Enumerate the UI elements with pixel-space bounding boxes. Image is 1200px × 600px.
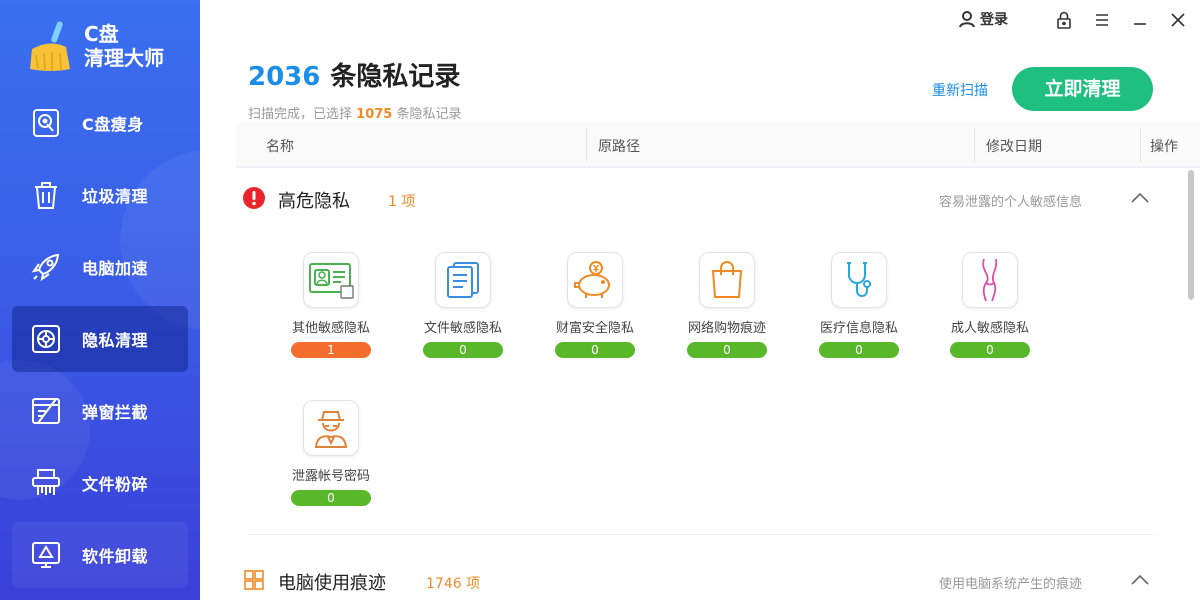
- privacy-icon: [28, 321, 64, 357]
- sidebar: C盘 清理大师 C盘瘦身 垃圾清理 电脑加速 隐私清理 弹窗拦截 文件粉碎 软件…: [0, 0, 200, 600]
- section-title: 电脑使用痕迹: [278, 573, 386, 594]
- sidebar-item-uninstall[interactable]: 软件卸载: [12, 522, 188, 588]
- sidebar-item-label: 软件卸载: [82, 547, 149, 566]
- document-icon: [435, 252, 491, 308]
- window-topbar: 登录: [940, 0, 1200, 40]
- trash-icon: [28, 177, 64, 213]
- column-header-date: 修改日期: [986, 139, 1042, 155]
- tile-label: 其他敏感隐私: [291, 321, 370, 336]
- page-title-text: 条隐私记录: [330, 62, 461, 92]
- privacy-tile-medical[interactable]: 医疗信息隐私 0: [809, 252, 909, 358]
- tile-count-badge: 0: [423, 342, 503, 358]
- login-label: 登录: [980, 12, 1008, 28]
- shopping-bag-icon: [699, 252, 755, 308]
- column-header-action: 操作: [1150, 139, 1178, 155]
- stethoscope-icon: [831, 252, 887, 308]
- section-count: 1 项: [388, 194, 416, 210]
- sidebar-item-junk[interactable]: 垃圾清理: [12, 162, 188, 228]
- table-header: 名称 原路径 修改日期 操作: [236, 122, 1200, 168]
- scan-summary: 扫描完成，已选择 1075 条隐私记录: [248, 103, 462, 122]
- page-title: 2036 条隐私记录: [248, 56, 460, 93]
- tile-count-badge: 1: [291, 342, 371, 358]
- sidebar-item-label: C盘瘦身: [82, 115, 144, 134]
- tile-label: 成人敏感隐私: [950, 321, 1029, 336]
- privacy-record-count: 2036: [248, 62, 321, 92]
- privacy-tile-wealth[interactable]: 财富安全隐私 0: [545, 252, 645, 358]
- user-icon: [958, 10, 976, 28]
- adult-icon: [962, 252, 1018, 308]
- section-description: 容易泄露的个人敏感信息: [938, 195, 1082, 210]
- column-header-name: 名称: [266, 139, 294, 155]
- chevron-up-icon[interactable]: [1130, 572, 1150, 588]
- sidebar-item-speedup[interactable]: 电脑加速: [12, 234, 188, 300]
- section-high-risk[interactable]: 高危隐私 1 项 容易泄露的个人敏感信息: [236, 176, 1186, 220]
- close-icon[interactable]: [1168, 10, 1188, 30]
- tile-count-badge: 0: [950, 342, 1030, 358]
- windows-icon: [242, 568, 266, 592]
- app-logo: C盘 清理大师: [26, 16, 186, 76]
- sidebar-item-popup[interactable]: 弹窗拦截: [12, 378, 188, 444]
- clean-now-button[interactable]: 立即清理: [1012, 67, 1153, 111]
- column-divider: [586, 128, 587, 162]
- scan-summary-suffix: 条隐私记录: [396, 107, 462, 122]
- tile-label: 医疗信息隐私: [819, 321, 898, 336]
- piggy-bank-icon: [567, 252, 623, 308]
- tile-label: 网络购物痕迹: [687, 321, 766, 336]
- app-title-line1: C盘: [84, 22, 119, 46]
- section-divider: [248, 534, 1153, 535]
- tile-label: 泄露帐号密码: [291, 469, 370, 484]
- sidebar-item-label: 弹窗拦截: [82, 403, 149, 422]
- selected-count: 1075: [356, 107, 393, 122]
- popup-block-icon: [28, 393, 64, 429]
- sidebar-item-label: 隐私清理: [82, 331, 149, 350]
- shredder-icon: [28, 465, 64, 501]
- privacy-tile-file[interactable]: 文件敏感隐私 0: [413, 252, 513, 358]
- spy-icon: [303, 400, 359, 456]
- section-count: 1746 项: [426, 576, 481, 592]
- sidebar-item-privacy[interactable]: 隐私清理: [12, 306, 188, 372]
- broom-logo-icon: [26, 19, 76, 73]
- minimize-icon[interactable]: [1130, 10, 1150, 30]
- tile-label: 财富安全隐私: [555, 321, 634, 336]
- privacy-tile-account[interactable]: 泄露帐号密码 0: [281, 400, 381, 506]
- lock-icon[interactable]: [1054, 10, 1074, 30]
- column-header-path: 原路径: [598, 139, 640, 155]
- tile-count-badge: 0: [555, 342, 635, 358]
- privacy-tile-other[interactable]: 其他敏感隐私 1: [281, 252, 381, 358]
- alert-icon: [242, 186, 266, 210]
- app-title-line2: 清理大师: [84, 46, 164, 70]
- sidebar-item-c-slim[interactable]: C盘瘦身: [12, 90, 188, 156]
- login-button[interactable]: 登录: [958, 9, 1008, 29]
- scan-summary-prefix: 扫描完成，已选择: [248, 107, 353, 122]
- scrollbar-thumb[interactable]: [1188, 170, 1194, 300]
- section-pc-usage[interactable]: 电脑使用痕迹 1746 项 使用电脑系统产生的痕迹: [236, 558, 1186, 600]
- menu-icon[interactable]: [1092, 10, 1112, 30]
- tile-count-badge: 0: [291, 490, 371, 506]
- section-title: 高危隐私: [278, 191, 350, 212]
- sidebar-item-label: 垃圾清理: [82, 187, 149, 206]
- privacy-tile-adult[interactable]: 成人敏感隐私 0: [940, 252, 1040, 358]
- uninstall-icon: [28, 537, 64, 573]
- sidebar-item-label: 文件粉碎: [82, 475, 149, 494]
- sidebar-nav: C盘瘦身 垃圾清理 电脑加速 隐私清理 弹窗拦截 文件粉碎 软件卸载: [12, 90, 188, 594]
- tile-count-badge: 0: [687, 342, 767, 358]
- sidebar-item-shredder[interactable]: 文件粉碎: [12, 450, 188, 516]
- privacy-tile-shopping[interactable]: 网络购物痕迹 0: [677, 252, 777, 358]
- tile-count-badge: 0: [819, 342, 899, 358]
- disk-icon: [28, 105, 64, 141]
- tile-label: 文件敏感隐私: [423, 321, 502, 336]
- rescan-link[interactable]: 重新扫描: [932, 80, 988, 100]
- id-card-icon: [303, 252, 359, 308]
- column-divider: [974, 128, 975, 162]
- rocket-icon: [28, 249, 64, 285]
- column-divider: [1140, 128, 1141, 162]
- chevron-up-icon[interactable]: [1130, 190, 1150, 206]
- sidebar-item-label: 电脑加速: [82, 259, 149, 278]
- section-description: 使用电脑系统产生的痕迹: [938, 577, 1082, 592]
